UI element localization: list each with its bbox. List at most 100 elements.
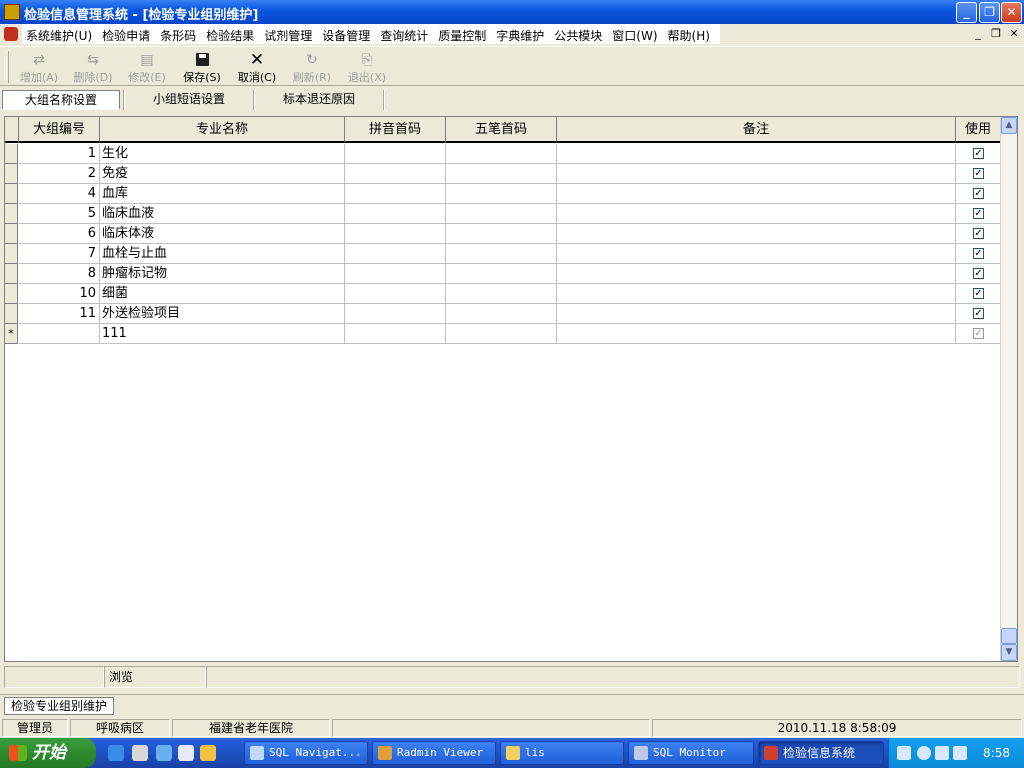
cell-note[interactable] [557,244,956,264]
cell-pinyin-code[interactable] [345,284,446,304]
in-use-checkbox[interactable]: ✓ [973,288,984,299]
cell-in-use[interactable]: ✓ [956,164,1001,184]
in-use-checkbox[interactable]: ✓ [973,188,984,199]
cell-pinyin-code[interactable] [345,144,446,164]
menu-item[interactable]: 质量控制 [434,24,492,44]
cancel-button[interactable]: ✕ 取消(C) [230,51,284,85]
mdi-minimize-button[interactable]: _ [970,27,986,41]
mdi-close-button[interactable]: ✕ [1006,27,1022,41]
in-use-checkbox[interactable]: ✓ [973,168,984,179]
cell-specialty-name[interactable]: 肿瘤标记物 [100,264,345,284]
menu-item[interactable]: 检验结果 [202,24,260,44]
cell-wubi-code[interactable] [446,184,557,204]
cell-pinyin-code[interactable] [345,224,446,244]
cell-note[interactable] [557,144,956,164]
app-shortcut-icon[interactable] [200,745,216,761]
toolbar-grip[interactable] [6,51,9,83]
in-use-checkbox[interactable]: ✓ [973,148,984,159]
save-button[interactable]: 保存(S) [175,51,229,85]
cell-specialty-name[interactable]: 细菌 [100,284,345,304]
row-selector[interactable] [5,204,18,224]
cell-in-use[interactable]: ✓ [956,304,1001,324]
cell-wubi-code[interactable] [446,244,557,264]
cell-in-use[interactable]: ✓ [956,284,1001,304]
cell-group-id[interactable]: 2 [19,164,100,184]
cell-in-use[interactable]: ✓ [956,204,1001,224]
cell-pinyin-code[interactable] [345,244,446,264]
cell-wubi-code[interactable] [446,304,557,324]
scroll-up-button[interactable]: ▲ [1001,117,1017,134]
row-selector[interactable] [5,244,18,264]
cell-wubi-code[interactable] [446,164,557,184]
add-button[interactable]: ⇄ 增加(A) [12,51,66,85]
row-selector[interactable] [5,164,18,184]
row-selector[interactable] [5,144,18,164]
menu-item[interactable]: 试剂管理 [260,24,318,44]
cell-in-use[interactable]: ✓ [956,324,1001,344]
cell-note[interactable] [557,204,956,224]
cell-note[interactable] [557,304,956,324]
cell-note[interactable] [557,324,956,344]
cell-wubi-code[interactable] [446,144,557,164]
tab-group-names[interactable]: 大组名称设置 [2,90,120,110]
edit-button[interactable]: ▤ 修改(E) [120,51,174,85]
network-tray-icon-2[interactable] [953,746,967,760]
column-header-pinyin-code[interactable]: 拼音首码 [345,117,446,143]
scroll-thumb[interactable] [1001,628,1017,644]
network-tray-icon[interactable] [935,746,949,760]
cell-pinyin-code[interactable] [345,164,446,184]
cell-in-use[interactable]: ✓ [956,184,1001,204]
menu-item[interactable]: 条形码 [156,24,202,44]
menu-item[interactable]: 字典维护 [492,24,550,44]
menu-item[interactable]: 查询统计 [376,24,434,44]
cell-wubi-code[interactable] [446,224,557,244]
start-button[interactable]: 开始 [0,738,96,768]
cell-in-use[interactable]: ✓ [956,224,1001,244]
task-sql-monitor[interactable]: SQL Monitor [628,741,754,765]
column-header-note[interactable]: 备注 [557,117,956,143]
column-header-wubi-code[interactable]: 五笔首码 [446,117,557,143]
cell-pinyin-code[interactable] [345,324,446,344]
tab-short-phrases[interactable]: 小组短语设置 [128,90,250,110]
task-sql-navigator[interactable]: SQL Navigat... [244,741,368,765]
cell-specialty-name[interactable]: 临床体液 [100,224,345,244]
column-header-group-id[interactable]: 大组编号 [19,117,100,143]
cell-in-use[interactable]: ✓ [956,264,1001,284]
row-selector[interactable] [5,304,18,324]
cell-note[interactable] [557,284,956,304]
close-button[interactable]: ✕ [1001,2,1022,23]
cell-specialty-name[interactable]: 111 [100,324,345,344]
cell-wubi-code[interactable] [446,264,557,284]
row-selector[interactable] [5,284,18,304]
cell-pinyin-code[interactable] [345,304,446,324]
cell-group-id[interactable]: 7 [19,244,100,264]
cell-in-use[interactable]: ✓ [956,144,1001,164]
cell-group-id[interactable]: 10 [19,284,100,304]
cell-specialty-name[interactable]: 免疫 [100,164,345,184]
cell-group-id[interactable]: 6 [19,224,100,244]
restore-button[interactable]: ❐ [979,2,1000,23]
in-use-checkbox[interactable]: ✓ [973,308,984,319]
cell-specialty-name[interactable]: 血栓与止血 [100,244,345,264]
cell-group-id[interactable]: 11 [19,304,100,324]
cell-note[interactable] [557,224,956,244]
cell-note[interactable] [557,184,956,204]
task-radmin-viewer[interactable]: Radmin Viewer [372,741,496,765]
exit-button[interactable]: ⎘ 退出(X) [340,51,394,85]
task-lis-folder[interactable]: lis [500,741,624,765]
in-use-checkbox[interactable]: ✓ [973,228,984,239]
cell-specialty-name[interactable]: 血库 [100,184,345,204]
cell-note[interactable] [557,264,956,284]
cell-group-id[interactable] [19,324,100,344]
in-use-checkbox[interactable]: ✓ [973,268,984,279]
scroll-down-button[interactable]: ▼ [1001,644,1017,661]
cell-specialty-name[interactable]: 生化 [100,144,345,164]
refresh-button[interactable]: ↻ 刷新(R) [285,51,339,85]
menu-item[interactable]: 检验申请 [98,24,156,44]
ie-icon[interactable] [108,745,124,761]
cell-pinyin-code[interactable] [345,204,446,224]
cell-pinyin-code[interactable] [345,264,446,284]
task-lab-system[interactable]: 检验信息系统 [758,741,884,765]
menu-item[interactable]: 窗口(W) [608,24,663,44]
row-selector[interactable] [5,184,18,204]
